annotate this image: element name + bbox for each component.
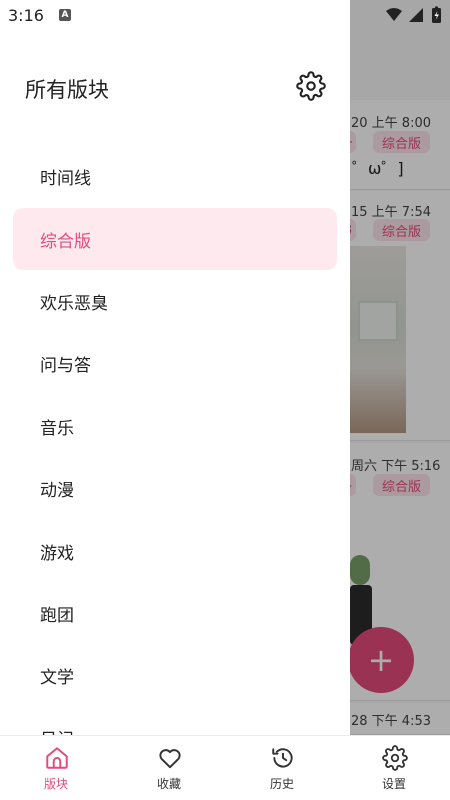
drawer-title: 所有版块 bbox=[25, 78, 109, 102]
board-item-timeline[interactable]: 时间线 bbox=[13, 145, 337, 207]
nav-label: 收藏 bbox=[156, 777, 181, 791]
board-item-anime[interactable]: 动漫 bbox=[13, 457, 337, 519]
board-item-label: 音乐 bbox=[40, 419, 74, 439]
nav-label: 版块 bbox=[43, 777, 68, 791]
board-item-label: 日记 bbox=[40, 725, 74, 735]
board-item-label: 文学 bbox=[40, 668, 74, 688]
board-item-label: 跑团 bbox=[40, 606, 74, 626]
board-item-label: 欢乐恶臭 bbox=[40, 294, 108, 314]
nav-settings[interactable]: 设置 bbox=[338, 736, 450, 800]
board-item-general[interactable]: 综合版 bbox=[13, 208, 337, 270]
board-item-music[interactable]: 音乐 bbox=[13, 395, 337, 457]
gear-icon bbox=[382, 745, 408, 771]
status-bar: 3:16 A bbox=[0, 0, 450, 30]
board-item-diary[interactable]: 日记 bbox=[13, 706, 337, 735]
system-icons bbox=[386, 6, 441, 23]
nav-favorites[interactable]: 收藏 bbox=[113, 736, 225, 800]
board-item-trpg[interactable]: 跑团 bbox=[13, 582, 337, 644]
bottom-navigation: 版块 收藏 历史 设置 bbox=[0, 735, 450, 800]
nav-boards[interactable]: 版块 bbox=[0, 736, 112, 800]
navigation-drawer: 所有版块 时间线 综合版 欢乐恶臭 问与答 音乐 动漫 游戏 跑团 文学 日记 bbox=[0, 0, 350, 735]
board-item-label: 问与答 bbox=[40, 356, 91, 376]
nav-history[interactable]: 历史 bbox=[226, 736, 338, 800]
wifi-icon bbox=[386, 8, 402, 21]
nav-label: 设置 bbox=[381, 777, 406, 791]
board-item-label: 动漫 bbox=[40, 481, 74, 501]
board-item-games[interactable]: 游戏 bbox=[13, 520, 337, 582]
heart-icon bbox=[159, 749, 181, 769]
nav-label: 历史 bbox=[269, 777, 294, 791]
gear-icon[interactable] bbox=[296, 71, 326, 101]
signal-icon bbox=[409, 8, 423, 22]
board-item-literature[interactable]: 文学 bbox=[13, 644, 337, 706]
history-icon bbox=[272, 748, 293, 768]
notification-icon: A bbox=[59, 9, 71, 21]
home-icon bbox=[46, 747, 68, 769]
board-item-label: 游戏 bbox=[40, 544, 74, 564]
board-item-qa[interactable]: 问与答 bbox=[13, 332, 337, 394]
board-item-fun[interactable]: 欢乐恶臭 bbox=[13, 270, 337, 332]
board-item-label: 综合版 bbox=[40, 232, 91, 252]
board-item-label: 时间线 bbox=[40, 169, 91, 189]
status-time: 3:16 bbox=[8, 6, 44, 25]
